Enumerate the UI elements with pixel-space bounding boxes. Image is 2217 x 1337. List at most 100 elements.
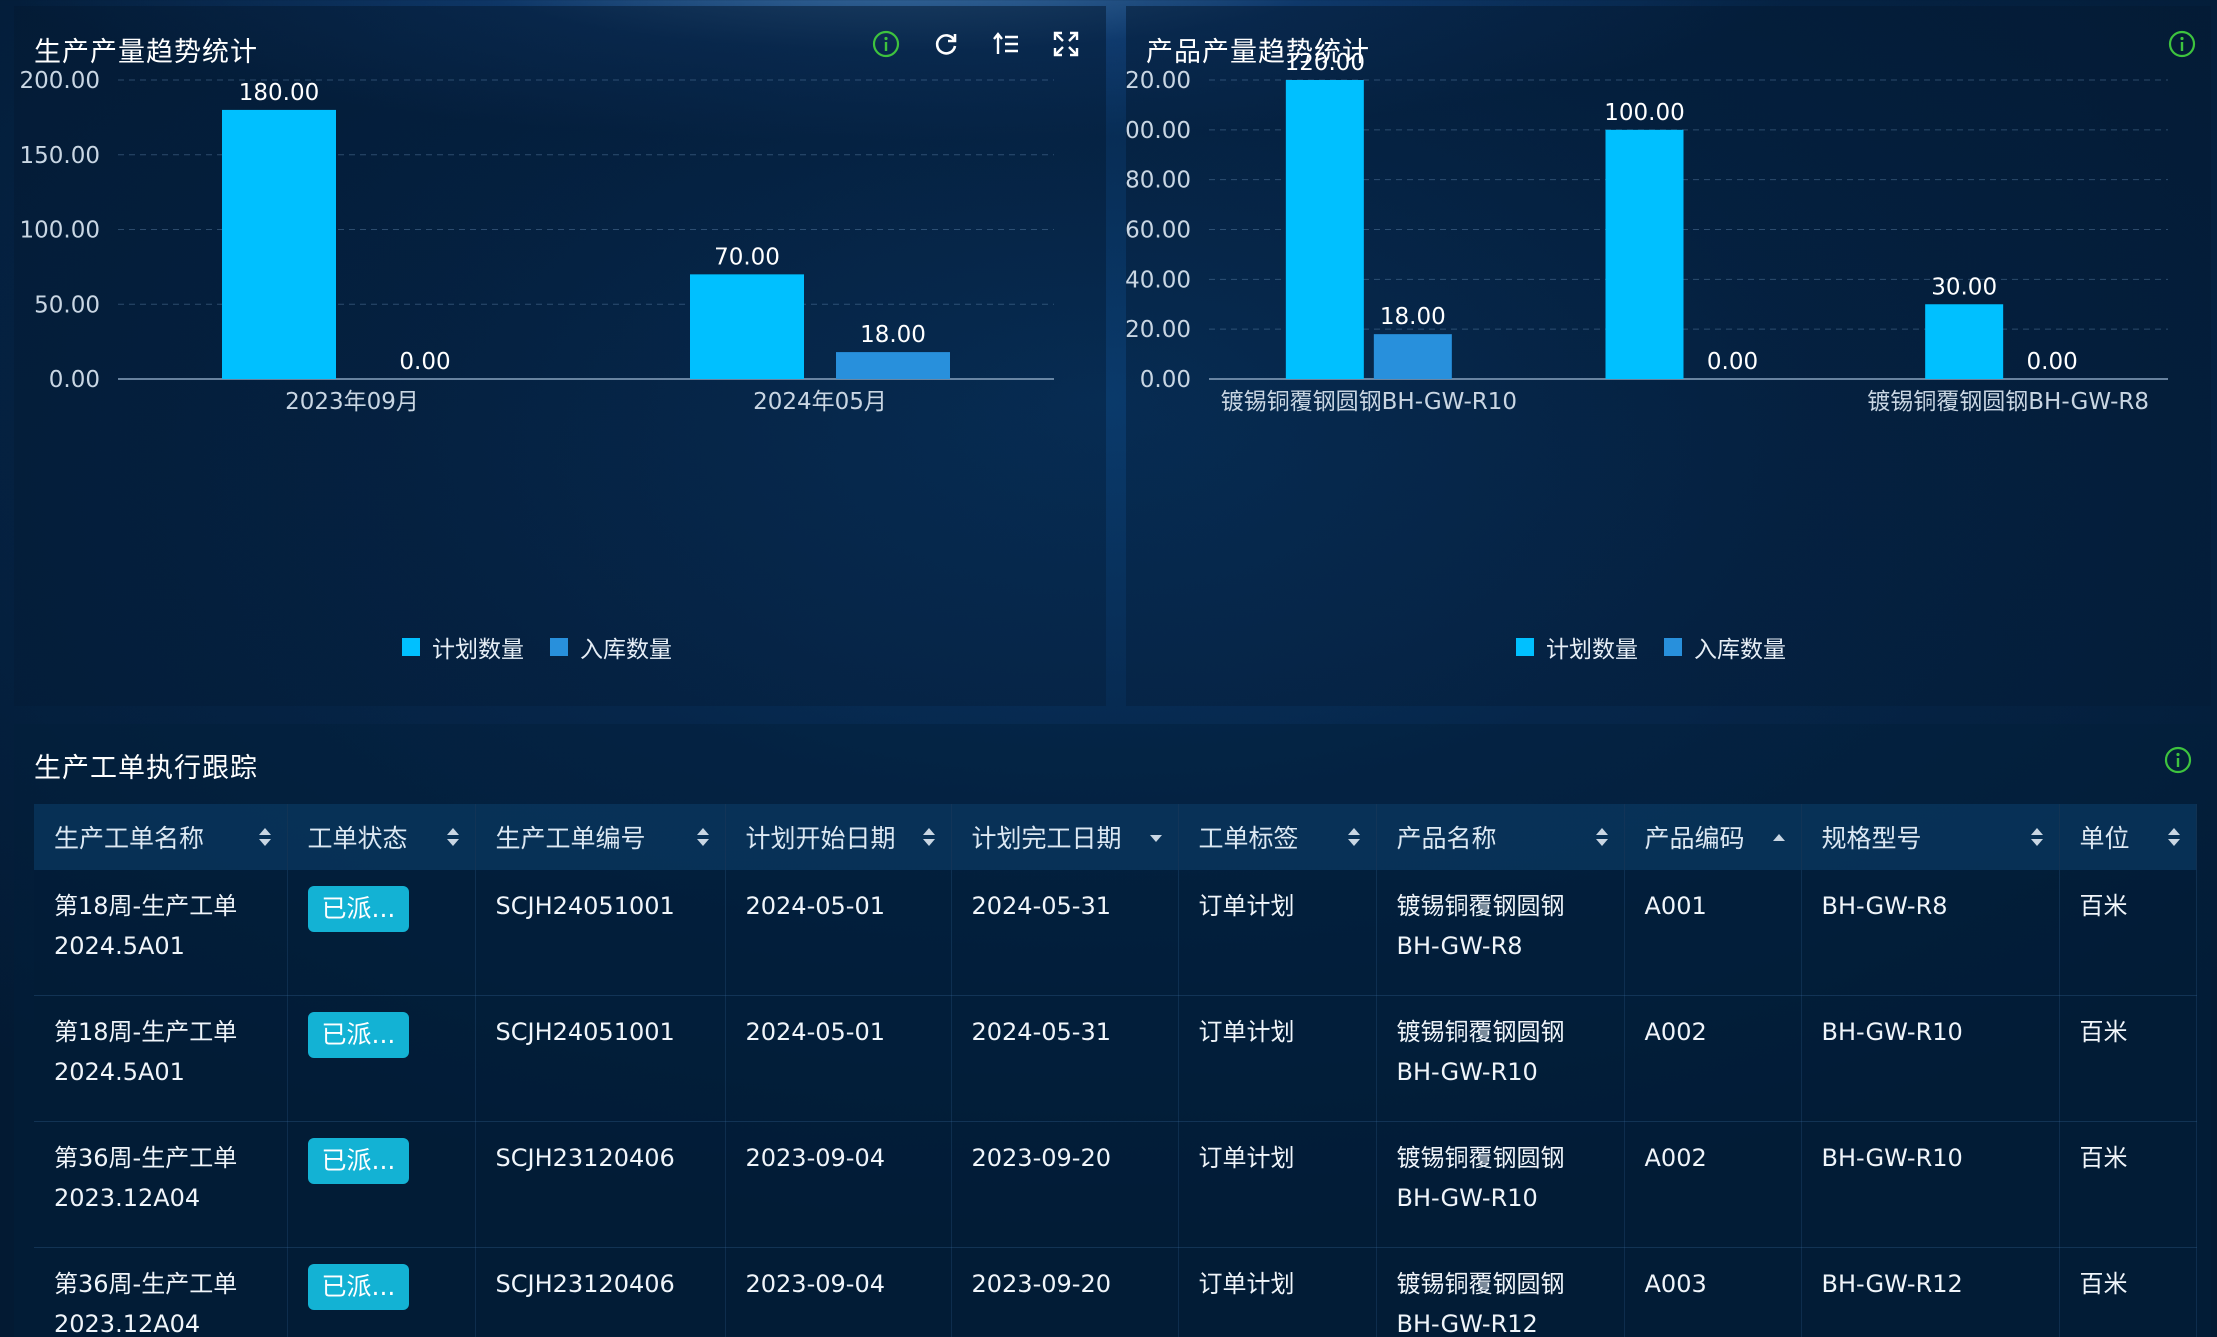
cell-text: 2024-05-01 [745, 892, 885, 920]
sort-icon[interactable] [446, 828, 459, 848]
table-cell: 2023-09-04 [725, 1121, 952, 1248]
bar-value-label: 0.00 [399, 349, 450, 375]
column-header-label: 规格型号 [1821, 824, 1922, 853]
bar-value-label: 18.00 [860, 322, 926, 348]
cell-text: 镀锡铜覆钢圆钢 [1396, 1144, 1565, 1172]
cell-text: 镀锡铜覆钢圆钢 [1396, 1270, 1565, 1298]
sort-icon[interactable] [696, 828, 709, 848]
cell-text: 订单计划 [1198, 892, 1295, 920]
production-trend-panel: 生产产量趋势统计 0.00 50.00 100.00 150.00 200.00 180.… [14, 6, 1106, 706]
sort-icon[interactable] [922, 828, 935, 848]
column-header[interactable]: 产品名称 [1376, 804, 1625, 870]
cell-text: SCJH24051001 [495, 892, 675, 920]
table-cell: BH-GW-R12 [1801, 1247, 2060, 1337]
cell-text: BH-GW-R8 [1396, 932, 1523, 960]
table-cell: 已派... [287, 1247, 476, 1337]
legend-swatch [550, 638, 568, 656]
legend-item-plan[interactable]: 计划数量 [1516, 630, 1638, 664]
column-header[interactable]: 计划开始日期 [725, 804, 952, 870]
y-tick-label: 20.00 [1126, 317, 1191, 343]
bar-value-label: 70.00 [714, 244, 780, 270]
table-row[interactable]: 第36周-生产工单 2023.12A04 已派... SCJH23120406 2023… [34, 1121, 2197, 1248]
cell-text: 镀锡铜覆钢圆钢 [1396, 1018, 1565, 1046]
bar [1373, 334, 1452, 379]
legend-label: 入库数量 [580, 637, 672, 663]
table-cell: 2023-09-20 [951, 1121, 1179, 1248]
sort-icon[interactable] [1347, 828, 1360, 848]
sort-icon[interactable] [2030, 828, 2043, 848]
table-cell: BH-GW-R10 [1801, 995, 2060, 1122]
table-cell: 订单计划 [1178, 1247, 1377, 1337]
x-tick-label: 2024年05月 [753, 389, 887, 415]
table-row[interactable]: 第36周-生产工单 2023.12A04 已派... SCJH23120406 2023… [34, 1247, 2197, 1337]
cell-text: 2023-09-04 [745, 1144, 885, 1172]
column-header[interactable]: 工单状态 [287, 804, 476, 870]
table-cell: 订单计划 [1178, 995, 1377, 1122]
table-cell: A002 [1624, 995, 1802, 1122]
table-row[interactable]: 第18周-生产工单 2024.5A01 已派... SCJH24051001 2024-… [34, 870, 2197, 996]
bar-value-label: 0.00 [2027, 349, 2078, 375]
status-badge[interactable]: 已派... [307, 1138, 410, 1184]
cell-text: 百米 [2079, 1018, 2128, 1046]
column-header[interactable]: 规格型号 [1801, 804, 2060, 870]
table-row[interactable]: 第18周-生产工单 2024.5A01 已派... SCJH24051001 2024-… [34, 995, 2197, 1122]
chart-legend: 计划数量 入库数量 [402, 630, 672, 664]
sort-icon[interactable] [1595, 828, 1608, 848]
info-icon[interactable] [2162, 744, 2194, 776]
sort-icon[interactable] [2167, 828, 2180, 848]
bar-value-label: 100.00 [1604, 100, 1684, 126]
y-tick-label: 40.00 [1126, 267, 1191, 293]
cell-text: 第36周-生产工单 [54, 1270, 238, 1298]
table-cell: 订单计划 [1178, 1121, 1377, 1248]
table-cell: 百米 [2059, 1121, 2197, 1248]
cell-text: 2024-05-01 [745, 1018, 885, 1046]
x-tick-label: 2023年09月 [285, 389, 419, 415]
table-cell: 百米 [2059, 1247, 2197, 1337]
cell-text: SCJH23120406 [495, 1144, 675, 1172]
table-cell: 2024-05-01 [725, 870, 952, 996]
sort-icon[interactable] [258, 828, 271, 848]
status-badge[interactable]: 已派... [307, 1012, 410, 1058]
legend-item-stock[interactable]: 入库数量 [550, 630, 672, 664]
legend-label: 计划数量 [1546, 637, 1638, 663]
table-cell: 2023-09-04 [725, 1247, 952, 1337]
sort-icon[interactable] [1149, 828, 1162, 848]
column-header[interactable]: 计划完工日期 [951, 804, 1179, 870]
legend-item-plan[interactable]: 计划数量 [402, 630, 524, 664]
sort-icon[interactable] [1772, 828, 1785, 848]
table-cell: BH-GW-R8 [1801, 870, 2060, 996]
y-tick-label: 200.00 [20, 68, 100, 94]
table-cell: SCJH23120406 [475, 1247, 726, 1337]
legend-item-stock[interactable]: 入库数量 [1664, 630, 1786, 664]
product-trend-panel: 产品产量趋势统计 0.0020.0040.0060.0080.00100.001… [1126, 6, 2211, 706]
column-header[interactable]: 产品编码 [1624, 804, 1802, 870]
work-order-tracking-panel: 生产工单执行跟踪 生产工单名称 工单状态 生产工单编号 计划开始日期 计划完工日期 工单标… [14, 724, 2211, 1337]
y-tick-label: 50.00 [34, 292, 100, 318]
cell-text: BH-GW-R12 [1821, 1270, 1963, 1298]
status-badge[interactable]: 已派... [307, 1264, 410, 1310]
bar-value-label: 180.00 [239, 80, 319, 106]
column-header[interactable]: 生产工单编号 [475, 804, 726, 870]
column-header[interactable]: 单位 [2059, 804, 2197, 870]
chart-legend: 计划数量 入库数量 [1516, 630, 1786, 664]
table-cell: 2023-09-20 [951, 1247, 1179, 1337]
table-cell: 百米 [2059, 870, 2197, 996]
x-tick-label: 镀锡铜覆钢圆钢BH-GW-R8 [1867, 389, 2149, 415]
table-cell: BH-GW-R10 [1801, 1121, 2060, 1248]
cell-text: A003 [1644, 1270, 1707, 1298]
cell-text: 2024-05-31 [971, 892, 1111, 920]
cell-text: 2023.12A04 [54, 1184, 201, 1212]
column-header-label: 工单标签 [1198, 824, 1299, 853]
cell-text: SCJH23120406 [495, 1270, 675, 1298]
cell-text: 百米 [2079, 892, 2128, 920]
cell-text: 第18周-生产工单 [54, 892, 238, 920]
cell-text: BH-GW-R10 [1821, 1144, 1963, 1172]
status-badge[interactable]: 已派... [307, 886, 410, 932]
table-cell: 第36周-生产工单 2023.12A04 [34, 1121, 288, 1248]
work-order-table: 生产工单名称 工单状态 生产工单编号 计划开始日期 计划完工日期 工单标签 产品名称 产品编码… [34, 804, 2197, 1337]
y-tick-label: 120.00 [1126, 68, 1191, 94]
legend-label: 入库数量 [1694, 637, 1786, 663]
column-header[interactable]: 生产工单名称 [34, 804, 288, 870]
table-header-row: 生产工单名称 工单状态 生产工单编号 计划开始日期 计划完工日期 工单标签 产品名称 产品编码… [34, 804, 2197, 870]
column-header[interactable]: 工单标签 [1178, 804, 1377, 870]
